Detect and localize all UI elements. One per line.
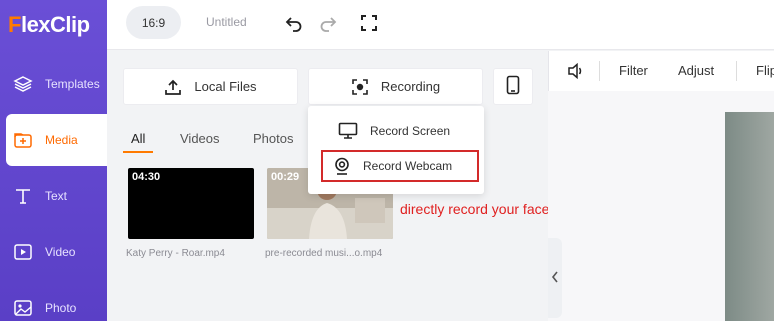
sidebar-item-label: Text — [45, 189, 68, 203]
toolbar-divider — [736, 61, 737, 81]
duration-badge: 00:29 — [271, 171, 300, 183]
sidebar-item-templates[interactable]: Templates — [6, 58, 107, 110]
recording-button[interactable]: Recording — [308, 68, 483, 105]
redo-icon[interactable] — [317, 12, 339, 34]
sidebar-item-label: Photo — [45, 301, 77, 315]
record-webcam-label: Record Webcam — [363, 159, 453, 173]
sidebar: FlexClip Templates Media Text Video Phot… — [0, 0, 107, 321]
tab-photos[interactable]: Photos — [253, 131, 293, 146]
media-folder-icon — [12, 129, 34, 151]
layers-icon — [12, 73, 34, 95]
sidebar-item-media[interactable]: Media — [6, 114, 107, 166]
media-filename: pre-recorded musi...o.mp4 — [265, 248, 383, 259]
upload-icon — [164, 78, 182, 96]
top-toolbar: 16:9 Untitled — [107, 0, 774, 50]
logo: FlexClip — [8, 12, 90, 37]
sidebar-item-text[interactable]: Text — [6, 170, 107, 222]
duration-badge: 04:30 — [132, 171, 161, 183]
local-files-button[interactable]: Local Files — [123, 68, 298, 105]
sidebar-item-label: Media — [45, 133, 78, 147]
recording-dropdown: Record Screen Record Webcam — [308, 106, 484, 194]
record-screen-label: Record Screen — [370, 124, 451, 138]
undo-icon[interactable] — [283, 12, 305, 34]
record-screen-option[interactable]: Record Screen — [308, 115, 484, 147]
recording-label: Recording — [380, 79, 441, 94]
aspect-ratio-button[interactable]: 16:9 — [126, 6, 181, 39]
preview-video-frame — [725, 112, 774, 321]
video-icon — [12, 241, 34, 263]
active-tab-underline — [123, 151, 153, 153]
record-icon — [351, 78, 369, 96]
property-toolbar: Filter Adjust Flip — [548, 51, 774, 91]
flip-button[interactable]: Flip — [756, 63, 774, 78]
media-thumbnail[interactable]: 04:30 — [128, 168, 254, 239]
record-webcam-option[interactable]: Record Webcam — [321, 150, 479, 182]
webcam-icon — [333, 157, 351, 175]
app-root: FlexClip Templates Media Text Video Phot… — [0, 0, 774, 321]
sidebar-item-photo[interactable]: Photo — [6, 282, 107, 321]
photo-icon — [12, 297, 34, 319]
collapse-panel-handle[interactable] — [548, 238, 562, 318]
monitor-icon — [338, 122, 358, 140]
adjust-button[interactable]: Adjust — [678, 63, 714, 78]
sidebar-item-label: Templates — [45, 77, 100, 91]
text-icon — [12, 185, 34, 207]
sidebar-item-video[interactable]: Video — [6, 226, 107, 278]
phone-upload-button[interactable] — [493, 68, 533, 105]
filter-button[interactable]: Filter — [619, 63, 648, 78]
tab-videos[interactable]: Videos — [180, 131, 220, 146]
fullscreen-icon[interactable] — [358, 12, 380, 34]
volume-icon[interactable] — [567, 62, 585, 84]
media-filename: Katy Perry - Roar.mp4 — [126, 248, 225, 259]
chevron-left-icon — [551, 270, 559, 286]
sidebar-item-label: Video — [45, 245, 76, 259]
project-title[interactable]: Untitled — [206, 15, 247, 29]
preview-canvas — [548, 91, 774, 321]
local-files-label: Local Files — [194, 79, 257, 94]
phone-icon — [506, 75, 520, 98]
tab-all[interactable]: All — [131, 131, 145, 146]
toolbar-divider — [599, 61, 600, 81]
